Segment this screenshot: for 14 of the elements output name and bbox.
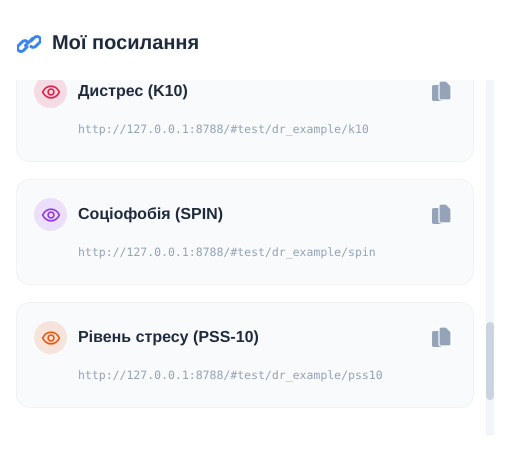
copy-icon	[431, 202, 453, 226]
scrollbar-thumb[interactable]	[486, 322, 494, 400]
link-url[interactable]: http://127.0.0.1:8788/#test/dr_example/pss10	[78, 368, 453, 382]
link-url[interactable]: http://127.0.0.1:8788/#test/dr_example/spin	[78, 245, 453, 259]
link-name: Соціофобія (SPIN)	[78, 206, 224, 224]
link-name: Рівень стресу (PSS-10)	[78, 328, 260, 346]
link-url[interactable]: http://127.0.0.1:8788/#test/dr_example/k10	[78, 122, 453, 136]
copy-button[interactable]	[431, 80, 453, 104]
copy-button[interactable]	[431, 326, 453, 350]
copy-button[interactable]	[431, 202, 453, 226]
link-name: Дистрес (K10)	[78, 82, 189, 100]
section-title: Мої посилання	[52, 32, 200, 55]
link-icon	[17, 34, 41, 54]
copy-icon	[431, 326, 453, 350]
